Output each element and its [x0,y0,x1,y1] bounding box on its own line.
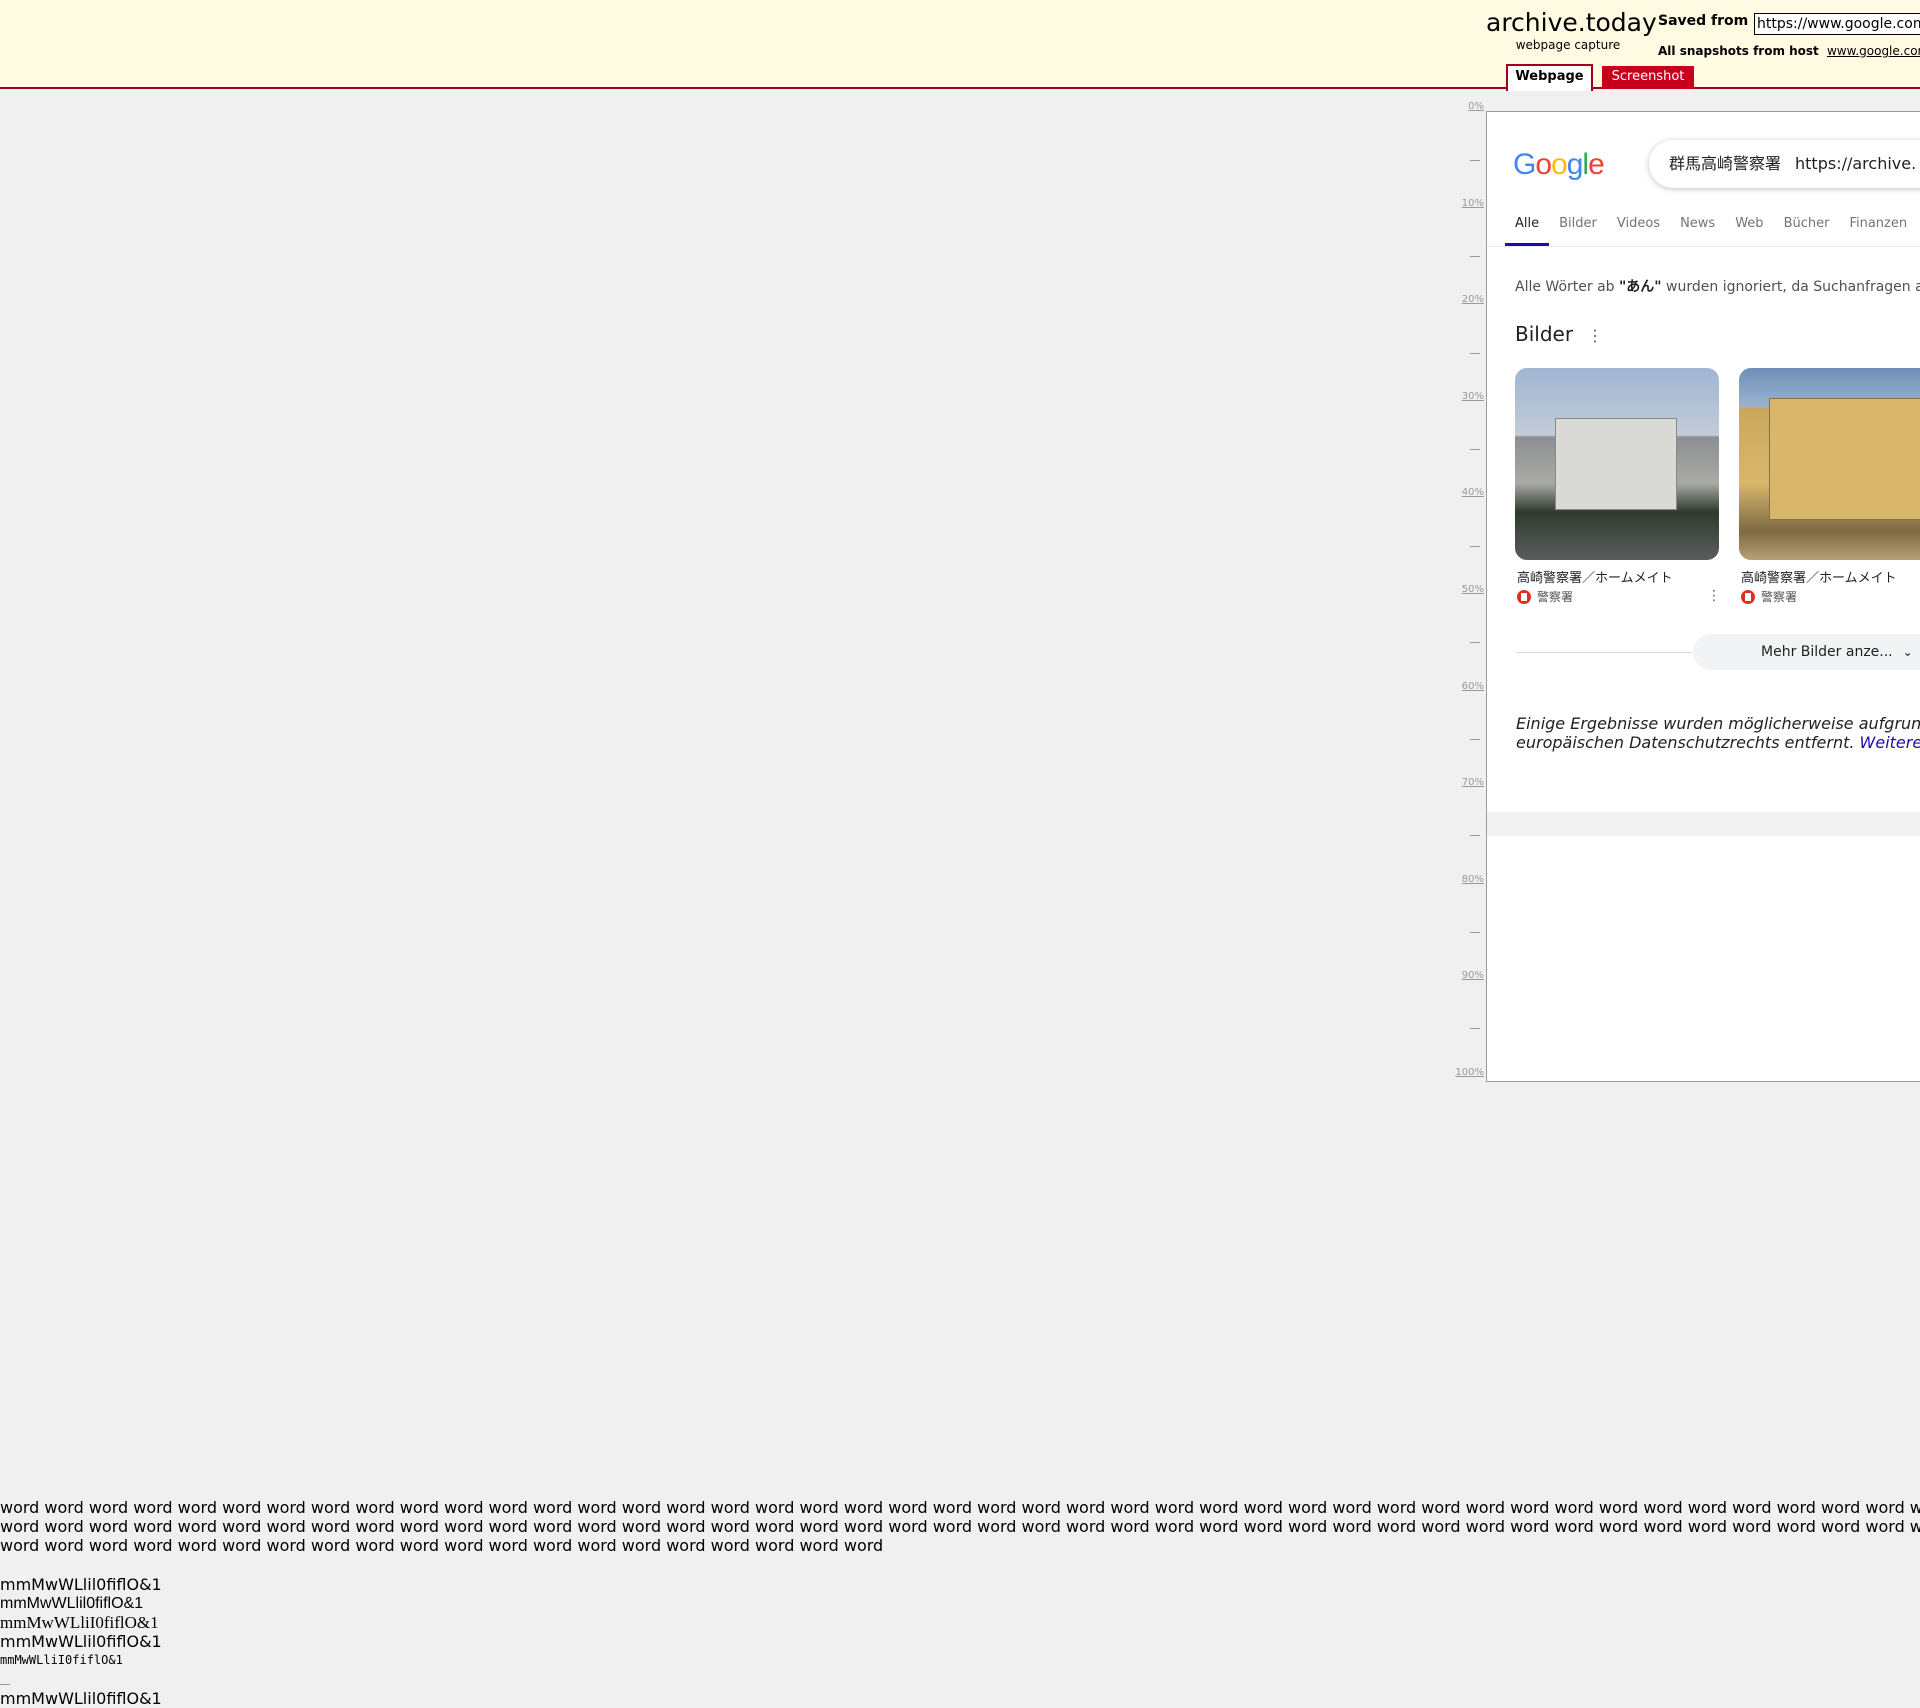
privacy-more-link[interactable]: Weitere [1860,733,1920,752]
ruler-label-10[interactable]: 10% [1462,198,1484,209]
privacy-line-1: Einige Ergebnisse wurden möglicherweise … [1516,714,1920,733]
tab-webpage[interactable]: Webpage [1506,64,1593,91]
more-images-label: Mehr Bilder anze... [1761,644,1893,660]
brand-name[interactable]: archive.today [1486,8,1657,38]
footer-band [1487,812,1920,836]
tab-buecher[interactable]: Bücher [1774,212,1840,246]
search-query: 群馬高崎警察署 [1669,154,1782,173]
ruler-tick [1470,932,1480,933]
font-samples: mmMwWLlil0fiflO&1 mmMwWLlil0fiflO&1 mmMw… [0,1575,162,1708]
divider [0,1684,10,1685]
ruler-label-20[interactable]: 20% [1462,294,1484,305]
captured-page-frame: Google 群馬高崎警察署 https://archive. Alle Bilde… [1486,111,1920,1082]
nav-divider [1487,246,1920,247]
font-sample: mmMwWLlil0fiflO&1 [0,1632,162,1651]
saved-from-label: Saved from [1658,13,1749,29]
building-shape [1769,398,1920,520]
tab-videos[interactable]: Videos [1607,212,1670,246]
words-line: word word word word word word word word … [0,1536,884,1555]
privacy-notice: Einige Ergebnisse wurden möglicherweise … [1516,714,1920,752]
ruler-tick [1470,449,1480,450]
font-sample: mmMwWLlil0fiflO&1 [0,1575,162,1594]
more-images-button[interactable]: Mehr Bilder anze... ⌄ [1693,634,1920,670]
ruler-tick [1470,835,1480,836]
font-sample: mmMwWLlil0fiflO&1 [0,1689,162,1708]
ruler-label-40[interactable]: 40% [1462,487,1484,498]
building-shape [1555,418,1677,510]
image-source[interactable]: 警察署 [1741,588,1797,605]
chevron-down-icon: ⌄ [1902,645,1913,659]
ruler-label-0[interactable]: 0% [1468,101,1484,112]
tab-screenshot[interactable]: Screenshot [1602,66,1694,89]
divider [1515,652,1695,653]
tab-bilder[interactable]: Bilder [1549,212,1607,246]
saved-url-input[interactable] [1754,13,1920,35]
privacy-line-2: europäischen Datenschutzrechts entfernt. [1516,733,1855,752]
font-sample: mmMwWLlil0fiflO&1 [0,1595,144,1612]
ruler-tick [1470,160,1480,161]
tab-news[interactable]: News [1670,212,1725,246]
snapshots-row: All snapshots from host www.google.com [1658,44,1920,58]
host-link[interactable]: www.google.com [1827,44,1920,58]
notice-suffix: wurden ignoriert, da Suchanfragen a [1661,279,1920,295]
tab-alle[interactable]: Alle [1505,212,1550,246]
ruler-tick [1470,353,1480,354]
ruler-tick [1470,256,1480,257]
image-caption[interactable]: 高崎警察署／ホームメイト [1517,567,1673,586]
image-result-thumb[interactable] [1515,368,1719,560]
words-line: word word word word word word word word … [0,1517,1920,1536]
images-heading: Bilder ⋮ [1515,322,1603,346]
more-vert-icon[interactable]: ⋮ [1587,326,1603,345]
notice-quoted: "あん" [1619,279,1662,295]
images-heading-text: Bilder [1515,322,1574,346]
image-source-label: 警察署 [1537,590,1574,604]
archive-brand[interactable]: archive.today webpage capture [1486,8,1657,52]
ruler-label-100[interactable]: 100% [1455,1067,1484,1078]
ruler-tick [1470,1028,1480,1029]
ruler-label-90[interactable]: 90% [1462,970,1484,981]
image-caption[interactable]: 高崎警察署／ホームメイト [1741,567,1897,586]
font-sample: mmMwWLliI0fiflO&1 [0,1613,159,1632]
scroll-ruler: 0% 10% 20% 30% 40% 50% 60% 70% 80% 90% 1… [1440,96,1484,1086]
notice-prefix: Alle Wörter ab [1515,279,1619,295]
image-source[interactable]: 警察署 [1517,588,1573,605]
image-result-thumb[interactable] [1739,368,1920,560]
ruler-label-30[interactable]: 30% [1462,391,1484,402]
ruler-tick [1470,739,1480,740]
search-url: https://archive. [1795,154,1917,173]
all-snapshots-label: All snapshots [1658,44,1749,58]
ruler-label-80[interactable]: 80% [1462,874,1484,885]
search-nav-tabs: Alle Bilder Videos News Web Bücher Finanzen [1505,212,1917,246]
ignored-words-notice: Alle Wörter ab "あん" wurden ignoriert, da… [1515,276,1920,296]
search-input[interactable]: 群馬高崎警察署 https://archive. [1649,140,1920,188]
font-sample: mmMwWLliI0fiflO&1 [0,1653,123,1667]
ruler-label-50[interactable]: 50% [1462,584,1484,595]
source-favicon-icon [1741,590,1755,604]
ruler-tick [1470,642,1480,643]
tab-finanzen[interactable]: Finanzen [1839,212,1917,246]
from-host-label: from host [1753,44,1819,58]
brand-subtitle: webpage capture [1515,38,1621,52]
ruler-tick [1470,546,1480,547]
words-line: word word word word word word word word … [0,1498,1920,1517]
google-logo[interactable]: Google [1513,148,1605,182]
ruler-label-60[interactable]: 60% [1462,681,1484,692]
image-source-label: 警察署 [1761,590,1798,604]
source-favicon-icon [1517,590,1531,604]
tab-web[interactable]: Web [1725,212,1773,246]
ruler-label-70[interactable]: 70% [1462,777,1484,788]
font-test-words: word word word word word word word word … [0,1498,1920,1555]
more-vert-icon[interactable]: ⋮ [1707,588,1721,604]
